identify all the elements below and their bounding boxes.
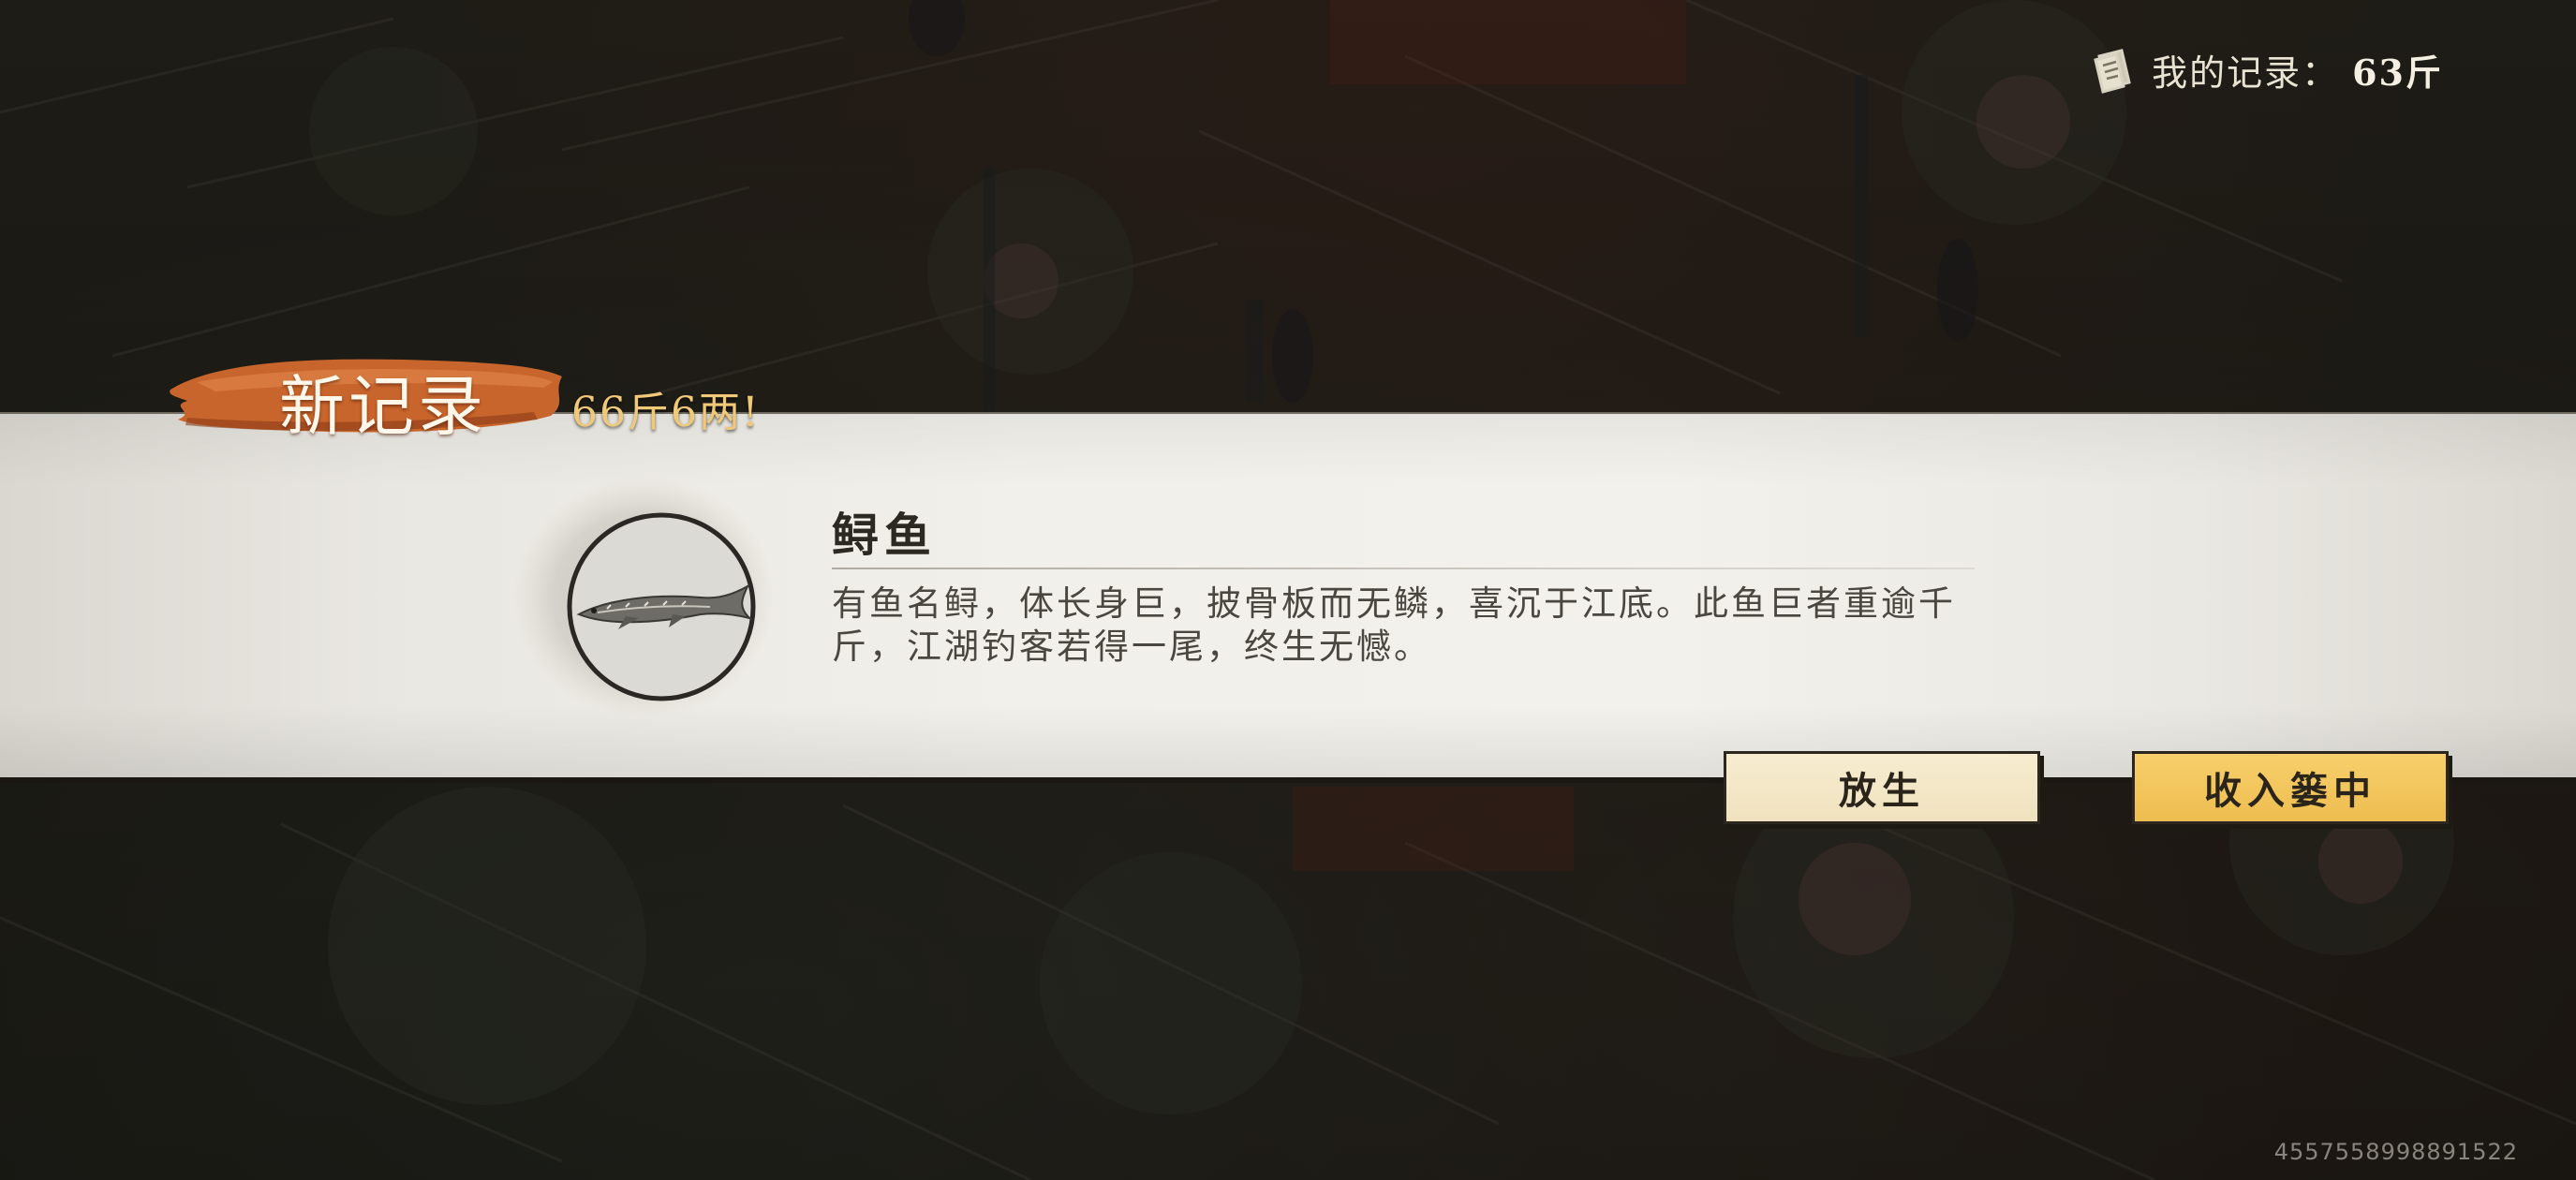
new-record-weight: 66斤6两!: [571, 389, 761, 436]
title-divider: [832, 568, 1975, 569]
my-record-label: 我的记录：: [2152, 52, 2340, 94]
fish-description: 有鱼名鲟，体长身巨，披骨板而无鳞，喜沉于江底。此鱼巨者重逾千斤，江湖钓客若得一尾…: [832, 583, 1956, 667]
my-record-value: 63斤: [2352, 51, 2443, 94]
scroll-icon: [2094, 49, 2131, 94]
fish-name: 鲟鱼: [832, 508, 937, 563]
user-id-label: 4557558998891522: [2273, 1139, 2518, 1165]
my-record-display: 我的记录： 63斤: [2090, 39, 2443, 99]
new-record-title: 新记录: [279, 368, 487, 445]
sturgeon-icon: [513, 476, 776, 719]
release-button[interactable]: 放生: [1724, 751, 2040, 824]
game-screen: 我的记录： 63斤 新记录 66斤6两! 鲟鱼 有鱼名鲟，体长身巨，披骨板而无鳞…: [0, 0, 2576, 1180]
new-record-badge: 新记录: [159, 345, 571, 448]
keep-in-basket-button[interactable]: 收入篓中: [2132, 751, 2449, 824]
